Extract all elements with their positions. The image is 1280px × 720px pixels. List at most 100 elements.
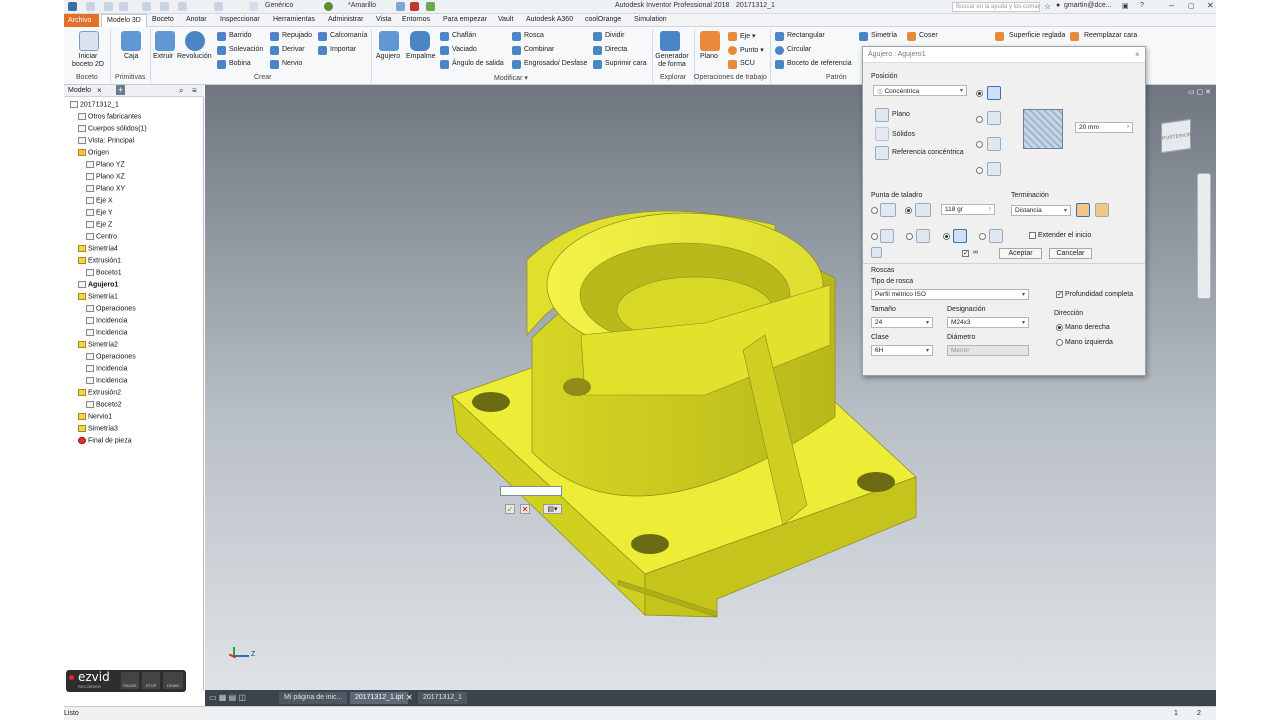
cart-icon[interactable]: ▣ bbox=[1122, 2, 1129, 10]
coil-button[interactable]: Bobina bbox=[229, 60, 251, 67]
menu-vista[interactable]: Vista bbox=[376, 16, 391, 23]
right-hand-radio[interactable] bbox=[1056, 324, 1063, 331]
tree-item[interactable]: Incidencia bbox=[86, 329, 128, 336]
import-icon[interactable] bbox=[318, 46, 327, 55]
accept-button[interactable]: Aceptar bbox=[999, 248, 1042, 259]
open-icon[interactable] bbox=[104, 2, 113, 11]
thread-icon[interactable] bbox=[512, 32, 521, 41]
hole-depth-input[interactable]: 20 mm › bbox=[1075, 122, 1133, 133]
save-icon[interactable] bbox=[119, 2, 128, 11]
tree-item[interactable]: Incidencia bbox=[86, 377, 128, 384]
thread-option-3-icon[interactable] bbox=[953, 229, 967, 243]
menu-boceto[interactable]: Boceto bbox=[152, 16, 174, 23]
user-name[interactable]: gmartin@dce... bbox=[1064, 2, 1112, 9]
plane-select-icon[interactable] bbox=[875, 108, 889, 122]
coil-icon[interactable] bbox=[217, 60, 226, 69]
revolve-button[interactable]: Revolución bbox=[177, 53, 212, 60]
termination-select[interactable]: Distancia ▾ bbox=[1011, 205, 1071, 216]
tree-item[interactable]: Plano XZ bbox=[86, 173, 125, 180]
tree-item[interactable]: Boceto1 bbox=[86, 269, 122, 276]
combine-button[interactable]: Combinar bbox=[524, 46, 554, 53]
tab-layout-icons[interactable]: ▭ ▦ ▤ ◫ bbox=[209, 693, 273, 703]
hole-icon[interactable] bbox=[379, 31, 399, 51]
maximize-icon[interactable]: ▢ bbox=[1188, 2, 1195, 10]
adjust-icon[interactable] bbox=[410, 2, 419, 11]
chamfer-icon[interactable] bbox=[440, 32, 449, 41]
concentric-ref-icon[interactable] bbox=[875, 146, 889, 160]
countersink-hole-icon[interactable] bbox=[987, 162, 1001, 176]
tree-item[interactable]: Final de pieza bbox=[78, 437, 132, 444]
angle-point-icon[interactable] bbox=[915, 203, 931, 217]
tree-item[interactable]: Plano YZ bbox=[86, 161, 125, 168]
delete-face-icon[interactable] bbox=[593, 60, 602, 69]
ucs-button[interactable]: SCU bbox=[740, 60, 755, 67]
viewcube[interactable]: POSTERIOR bbox=[1161, 118, 1191, 154]
flip-direction-alt-icon[interactable] bbox=[1095, 203, 1109, 217]
style-select[interactable]: Genérico bbox=[265, 2, 293, 9]
menu-para-empezar[interactable]: Para empezar bbox=[443, 16, 487, 23]
chamfer-button[interactable]: Chaflán bbox=[452, 32, 476, 39]
box-button[interactable]: Caja bbox=[124, 53, 138, 60]
thread-option-4-radio[interactable] bbox=[979, 233, 986, 240]
axis-button[interactable]: Eje ▾ bbox=[740, 32, 756, 40]
ruled-surface-button[interactable]: Superficie reglada bbox=[1009, 32, 1065, 39]
menu-inspeccionar[interactable]: Inspeccionar bbox=[220, 16, 260, 23]
measure-icon[interactable] bbox=[396, 2, 405, 11]
rectangular-pattern-button[interactable]: Rectangular bbox=[787, 32, 825, 39]
help-icon[interactable] bbox=[871, 247, 882, 258]
menu-anotar[interactable]: Anotar bbox=[186, 16, 207, 23]
loft-button[interactable]: Solevación bbox=[229, 46, 263, 53]
replace-face-button[interactable]: Reemplazar cara bbox=[1084, 32, 1137, 39]
split-button[interactable]: Dividir bbox=[605, 32, 624, 39]
box-primitive-icon[interactable] bbox=[121, 31, 141, 51]
replace-face-icon[interactable] bbox=[1070, 32, 1079, 41]
hole-type-simple-radio[interactable] bbox=[976, 90, 983, 97]
ruled-surface-icon[interactable] bbox=[995, 32, 1004, 41]
thread-option-1-radio[interactable] bbox=[871, 233, 878, 240]
tab-close-icon[interactable]: ✕ bbox=[406, 693, 413, 702]
tree-item[interactable]: 20171312_1 bbox=[70, 101, 119, 108]
tree-item[interactable]: Vista: Principal bbox=[78, 137, 134, 144]
thread-option-3-radio[interactable] bbox=[943, 233, 950, 240]
tree-item[interactable]: Nervio1 bbox=[78, 413, 112, 420]
menu-modelo-3d[interactable]: Modelo 3D bbox=[101, 14, 147, 27]
shell-button[interactable]: Vaciado bbox=[452, 46, 477, 53]
tree-item[interactable]: Origen bbox=[78, 149, 109, 156]
thread-option-2-radio[interactable] bbox=[906, 233, 913, 240]
cancel-x-icon[interactable]: ✕ bbox=[520, 504, 530, 514]
home-icon[interactable] bbox=[178, 2, 187, 11]
appearance-icon[interactable] bbox=[324, 2, 333, 11]
point-icon[interactable] bbox=[728, 46, 737, 55]
tab-my-home[interactable]: Mi página de inic... bbox=[279, 692, 348, 704]
designation-select[interactable]: M24x3 ▾ bbox=[947, 317, 1029, 328]
preview-checkbox[interactable] bbox=[962, 249, 969, 257]
undo-icon[interactable] bbox=[142, 2, 151, 11]
tree-item[interactable]: Operaciones bbox=[86, 305, 136, 312]
tree-item[interactable]: Simetría4 bbox=[78, 245, 118, 252]
tree-item[interactable]: Incidencia bbox=[86, 317, 128, 324]
thread-option-4-icon[interactable] bbox=[989, 229, 1003, 243]
rectangular-pattern-icon[interactable] bbox=[775, 32, 784, 41]
thicken-button[interactable]: Engrosado/ Desfase bbox=[524, 60, 587, 67]
plane-button[interactable]: Plano bbox=[700, 53, 718, 60]
tree-item[interactable]: Plano XY bbox=[86, 185, 125, 192]
extrude-icon[interactable] bbox=[155, 31, 175, 51]
tree-item[interactable]: Agujero1 bbox=[78, 281, 118, 288]
point-button[interactable]: Punto ▾ bbox=[740, 46, 764, 54]
direct-button[interactable]: Directa bbox=[605, 46, 627, 53]
draft-icon[interactable] bbox=[440, 60, 449, 69]
sweep-icon[interactable] bbox=[217, 32, 226, 41]
fillet-icon[interactable] bbox=[410, 31, 430, 51]
draft-button[interactable]: Ángulo de salida bbox=[452, 60, 504, 67]
search-icon[interactable]: ⌕ bbox=[179, 86, 183, 96]
menu-administrar[interactable]: Administrar bbox=[328, 16, 363, 23]
start-sketch-button[interactable]: Iniciar boceto 2D bbox=[70, 53, 106, 69]
sweep-button[interactable]: Barrido bbox=[229, 32, 252, 39]
direct-icon[interactable] bbox=[593, 46, 602, 55]
tree-item[interactable]: Simetría1 bbox=[78, 293, 118, 300]
tree-item[interactable]: Operaciones bbox=[86, 353, 136, 360]
drill-angle-input[interactable]: 118 gr › bbox=[941, 204, 995, 215]
rib-icon[interactable] bbox=[270, 60, 279, 69]
update-icon[interactable] bbox=[214, 2, 223, 11]
hole-type-counterbore-radio[interactable] bbox=[976, 116, 983, 123]
